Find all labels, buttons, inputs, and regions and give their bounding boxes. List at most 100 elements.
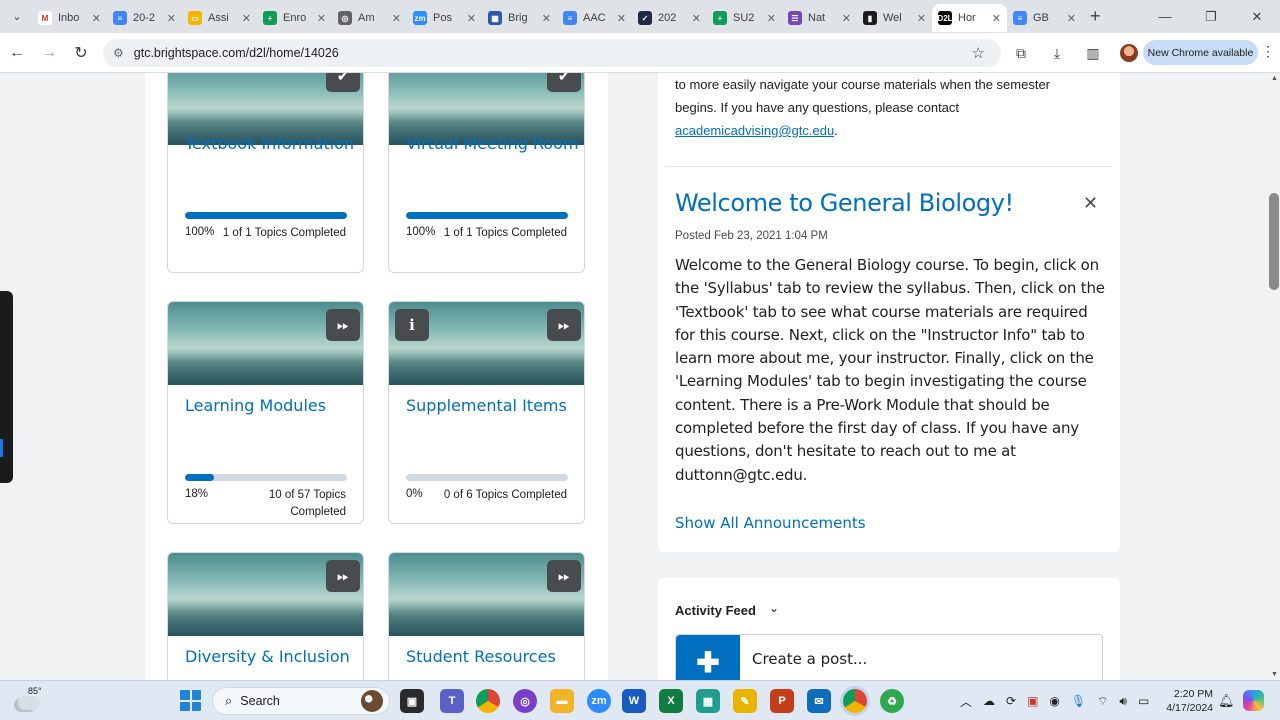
scroll-down-arrow-icon[interactable]: ▼ xyxy=(1271,671,1278,678)
teams-icon[interactable]: T xyxy=(440,689,464,713)
tray-app-icon[interactable]: ▣ xyxy=(1027,694,1038,708)
download-icon[interactable]: ⤓ xyxy=(1046,40,1068,66)
close-tab-icon[interactable]: ✕ xyxy=(392,12,401,25)
mail-icon[interactable]: ✉ xyxy=(807,689,831,713)
browser-tab[interactable]: ▭ Assi ✕ xyxy=(182,4,257,32)
close-tab-icon[interactable]: ✕ xyxy=(917,12,926,25)
browser-tab[interactable]: zm Pos ✕ xyxy=(407,4,482,32)
new-chrome-available-button[interactable]: New Chrome available xyxy=(1143,40,1258,65)
show-all-announcements-link[interactable]: Show All Announcements xyxy=(675,514,866,532)
sync-icon[interactable]: ⟳ xyxy=(1006,694,1016,708)
module-card-student-resources[interactable]: ⏩︎ Student Resources xyxy=(388,552,585,680)
browser-tab[interactable]: + Enro ✕ xyxy=(257,4,332,32)
recycle-app-icon[interactable]: ♻ xyxy=(880,689,904,713)
close-tab-icon[interactable]: ✕ xyxy=(617,12,626,25)
extensions-puzzle-icon[interactable]: ⧉ xyxy=(1010,40,1032,66)
weather-widget[interactable]: 85° xyxy=(14,686,44,716)
wifi-icon[interactable]: ⌔ xyxy=(1097,694,1108,709)
close-tab-icon[interactable]: ✕ xyxy=(767,12,776,25)
module-card-diversity-inclusion[interactable]: ⏩︎ Diversity & Inclusion xyxy=(167,552,364,680)
file-explorer-icon[interactable]: ▬ xyxy=(550,689,574,713)
create-post-button[interactable]: ✚ Create a post... xyxy=(675,634,1103,680)
scrollbar-thumb[interactable] xyxy=(1269,193,1279,290)
tab-search-chevron-icon[interactable]: ⌄ xyxy=(6,6,28,28)
onedrive-cloud-icon[interactable]: ☁ xyxy=(983,694,995,708)
browser-tab-label: AAC xyxy=(583,12,606,24)
close-tab-icon[interactable]: ✕ xyxy=(167,12,176,25)
reload-icon[interactable]: ↻ xyxy=(66,38,96,68)
task-view-icon[interactable]: ▣ xyxy=(400,689,424,713)
browser-tab[interactable]: ≡ GB ✕ xyxy=(1007,4,1082,32)
browser-tab[interactable]: ≡ AAC ✕ xyxy=(557,4,632,32)
module-card-title[interactable]: Virtual Meeting Room xyxy=(406,134,579,153)
browser-tab[interactable]: ✓ 202 ✕ xyxy=(632,4,707,32)
brightspace-icon: ▦ xyxy=(488,11,502,25)
windows-start-icon[interactable] xyxy=(180,690,201,711)
module-card-title[interactable]: Supplemental Items xyxy=(406,396,567,415)
microphone-icon[interactable]: 🎙︎ xyxy=(1071,694,1086,708)
activity-feed-chevron-down-icon[interactable]: ⌄ xyxy=(769,601,779,615)
address-bar[interactable]: ⚙ gtc.brightspace.com/d2l/home/14026 ☆ xyxy=(103,39,1001,67)
back-arrow-icon[interactable]: ← xyxy=(2,38,32,68)
browser-tab[interactable]: ☰ Nat ✕ xyxy=(782,4,857,32)
module-card-title[interactable]: Learning Modules xyxy=(185,396,326,415)
app-circle-icon[interactable]: ◎ xyxy=(513,689,537,713)
system-clock[interactable]: 2:20 PM 4/17/2024 xyxy=(1165,687,1213,715)
module-card-title[interactable]: Textbook Information xyxy=(185,134,354,153)
dismiss-announcement-close-icon[interactable]: ✕ xyxy=(1083,193,1098,214)
close-tab-icon[interactable]: ✕ xyxy=(992,12,1001,25)
minimize-icon[interactable]: — xyxy=(1142,0,1188,33)
bookmark-star-icon[interactable]: ☆ xyxy=(972,44,985,62)
volume-icon[interactable]: 🔊︎ xyxy=(1119,694,1127,709)
copilot-icon[interactable] xyxy=(1243,690,1264,711)
close-tab-icon[interactable]: ✕ xyxy=(692,12,701,25)
chrome-icon[interactable] xyxy=(476,689,500,713)
calculator-icon[interactable]: ▦ xyxy=(696,689,720,713)
battery-icon[interactable]: ▭ xyxy=(1138,694,1149,708)
taskbar-search[interactable]: ⌕ Search xyxy=(212,687,390,715)
page-scrollbar[interactable]: ▲ ▼ xyxy=(1268,73,1280,680)
module-card-textbook[interactable]: ✔ Textbook Information 100% 1 of 1 Topic… xyxy=(167,73,364,273)
close-tab-icon[interactable]: ✕ xyxy=(242,12,251,25)
browser-tab[interactable]: D2L Hor ✕ xyxy=(932,4,1007,32)
camera-icon[interactable]: ◉ xyxy=(1049,694,1059,708)
maximize-icon[interactable]: ❐ xyxy=(1188,0,1234,33)
close-window-icon[interactable]: ✕ xyxy=(1234,0,1280,33)
powerpoint-icon[interactable]: P xyxy=(770,689,794,713)
browser-tab-label: Inbo xyxy=(58,12,80,24)
module-card-supplemental-items[interactable]: i ⏩︎ Supplemental Items 0% 0 of 6 Topics… xyxy=(388,301,585,524)
chrome-menu-kebab-icon[interactable]: ⋮ xyxy=(1261,43,1275,60)
zoom-icon[interactable]: zm xyxy=(587,689,611,713)
new-tab-plus-icon[interactable]: + xyxy=(1090,6,1101,27)
close-tab-icon[interactable]: ✕ xyxy=(317,12,326,25)
close-tab-icon[interactable]: ✕ xyxy=(92,12,101,25)
sticky-notes-icon[interactable]: ✎ xyxy=(733,689,757,713)
chart-icon: ▮ xyxy=(863,11,877,25)
show-hidden-icons-chevron-icon[interactable]: ︿ xyxy=(960,693,972,710)
notification-bell-icon[interactable]: 🔔︎ xyxy=(1218,693,1235,709)
close-tab-icon[interactable]: ✕ xyxy=(542,12,551,25)
announcement-title[interactable]: Welcome to General Biology! xyxy=(675,189,1014,217)
browser-tab[interactable]: ◎ Am ✕ xyxy=(332,4,407,32)
excel-icon[interactable]: X xyxy=(659,689,683,713)
profile-avatar[interactable] xyxy=(1118,40,1140,66)
browser-tab[interactable]: + SU2 ✕ xyxy=(707,4,782,32)
module-card-learning-modules[interactable]: ⏩︎ Learning Modules 18% 10 of 57 Topics … xyxy=(167,301,364,524)
module-card-virtual-meeting[interactable]: ✔ Virtual Meeting Room 100% 1 of 1 Topic… xyxy=(388,73,585,273)
browser-tab[interactable]: ▦ Brig ✕ xyxy=(482,4,557,32)
site-info-icon[interactable]: ⚙ xyxy=(113,46,124,60)
word-icon[interactable]: W xyxy=(622,689,646,713)
browser-tab[interactable]: ▮ Wel ✕ xyxy=(857,4,932,32)
close-tab-icon[interactable]: ✕ xyxy=(842,12,851,25)
browser-tab[interactable]: M Inbo ✕ xyxy=(32,4,107,32)
module-card-title[interactable]: Student Resources xyxy=(406,647,556,666)
forward-arrow-icon[interactable]: → xyxy=(34,38,64,68)
browser-tab[interactable]: ≡ 20-2 ✕ xyxy=(107,4,182,32)
scroll-up-arrow-icon[interactable]: ▲ xyxy=(1271,75,1278,82)
academic-advising-email-link[interactable]: academicadvising@gtc.edu xyxy=(675,123,834,138)
module-card-title[interactable]: Diversity & Inclusion xyxy=(185,647,350,666)
close-tab-icon[interactable]: ✕ xyxy=(467,12,476,25)
chrome-profile-icon[interactable] xyxy=(843,689,867,713)
side-panel-icon[interactable]: ▥ xyxy=(1082,40,1104,66)
close-tab-icon[interactable]: ✕ xyxy=(1067,12,1076,25)
